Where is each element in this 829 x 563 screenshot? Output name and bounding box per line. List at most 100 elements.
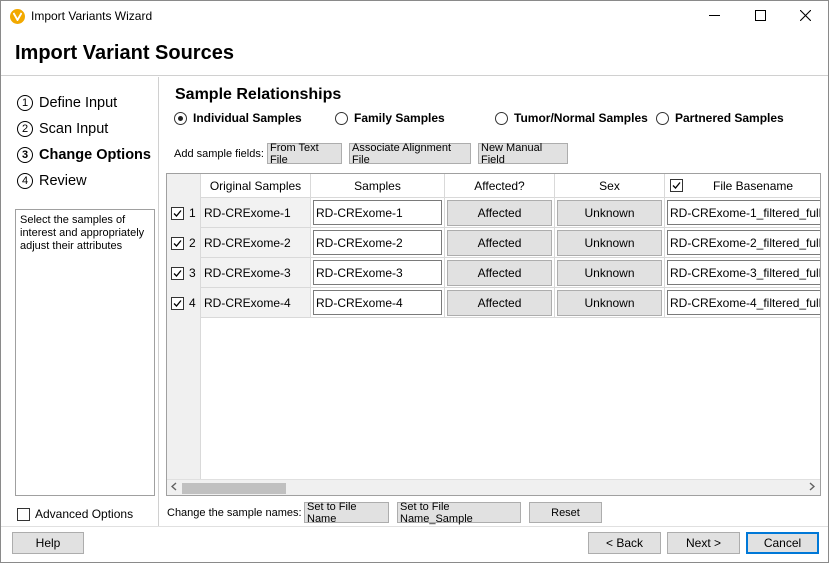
checkbox-icon[interactable]	[171, 266, 184, 280]
row-header[interactable]: 3	[171, 258, 196, 288]
row-number: 3	[189, 266, 196, 280]
sample-name-input[interactable]: RD-CRExome-1	[313, 200, 442, 225]
row-header[interactable]: 1	[171, 198, 196, 228]
set-to-file-name-button[interactable]: Set to File Name	[304, 501, 389, 525]
cancel-button[interactable]: Cancel	[746, 532, 819, 554]
cell-file-basename[interactable]: RD-CRExome-1_filtered_full	[665, 198, 820, 228]
row-header[interactable]: 2	[171, 228, 196, 258]
section-title: Sample Relationships	[175, 86, 342, 103]
scroll-right-icon[interactable]	[809, 482, 816, 494]
checkbox-icon[interactable]	[171, 206, 184, 220]
radio-label: Individual Samples	[193, 111, 302, 125]
scrollbar-thumb[interactable]	[182, 483, 286, 494]
column-header-sex[interactable]: Sex	[555, 174, 665, 198]
cell-sample-name[interactable]: RD-CRExome-1	[311, 198, 445, 228]
cell-affected[interactable]: Affected	[445, 198, 555, 228]
back-button[interactable]: < Back	[588, 532, 661, 554]
cell-affected[interactable]: Affected	[445, 288, 555, 318]
horizontal-scrollbar[interactable]	[167, 479, 820, 495]
app-logo-icon	[10, 9, 25, 24]
step-number: 4	[17, 173, 33, 189]
step-change-options[interactable]: 3 Change Options	[17, 147, 151, 163]
page-title: Import Variant Sources	[15, 42, 234, 64]
close-icon	[799, 9, 811, 24]
file-basename-input[interactable]: RD-CRExome-3_filtered_full	[667, 260, 820, 285]
scroll-left-icon[interactable]	[170, 482, 177, 494]
file-basename-input[interactable]: RD-CRExome-2_filtered_full	[667, 230, 820, 255]
sex-button[interactable]: Unknown	[557, 289, 662, 316]
cell-sample-name[interactable]: RD-CRExome-4	[311, 288, 445, 318]
radio-icon	[656, 111, 669, 125]
cell-original-sample: RD-CRExome-4	[201, 288, 311, 318]
cell-file-basename[interactable]: RD-CRExome-3_filtered_full	[665, 258, 820, 288]
row-number: 2	[189, 236, 196, 250]
sex-button[interactable]: Unknown	[557, 199, 662, 226]
step-number: 1	[17, 95, 33, 111]
step-label: Change Options	[39, 147, 151, 163]
sample-name-input[interactable]: RD-CRExome-2	[313, 230, 442, 255]
affected-button[interactable]: Affected	[447, 229, 552, 256]
cell-sex[interactable]: Unknown	[555, 258, 665, 288]
radio-icon	[174, 111, 187, 125]
radio-label: Family Samples	[354, 111, 445, 125]
step-number: 2	[17, 121, 33, 137]
next-button[interactable]: Next >	[667, 532, 740, 554]
sex-button[interactable]: Unknown	[557, 229, 662, 256]
radio-icon	[335, 111, 348, 125]
file-basename-input[interactable]: RD-CRExome-1_filtered_full	[667, 200, 820, 225]
column-header-samples[interactable]: Samples	[311, 174, 445, 198]
column-header-affected[interactable]: Affected?	[445, 174, 555, 198]
new-manual-field-button[interactable]: New Manual Field	[478, 142, 568, 166]
cell-file-basename[interactable]: RD-CRExome-4_filtered_full	[665, 288, 820, 318]
checkbox-icon[interactable]	[171, 236, 184, 250]
cell-file-basename[interactable]: RD-CRExome-2_filtered_full	[665, 228, 820, 258]
affected-button[interactable]: Affected	[447, 259, 552, 286]
file-basename-input[interactable]: RD-CRExome-4_filtered_full	[667, 290, 820, 315]
add-sample-fields-label: Add sample fields:	[174, 148, 264, 160]
column-header-file-basename[interactable]: File Basename	[665, 174, 820, 198]
set-to-file-name-sample-button[interactable]: Set to File Name_Sample	[397, 501, 521, 525]
step-review[interactable]: 4 Review	[17, 173, 87, 189]
cell-sample-name[interactable]: RD-CRExome-3	[311, 258, 445, 288]
maximize-button[interactable]	[737, 1, 783, 32]
help-button[interactable]: Help	[12, 532, 84, 554]
affected-button[interactable]: Affected	[447, 289, 552, 316]
cell-affected[interactable]: Affected	[445, 228, 555, 258]
associate-alignment-file-button[interactable]: Associate Alignment File	[349, 142, 471, 166]
row-header[interactable]: 4	[171, 288, 196, 318]
step-define-input[interactable]: 1 Define Input	[17, 95, 117, 111]
column-header-original-samples[interactable]: Original Samples	[201, 174, 311, 198]
close-button[interactable]	[782, 1, 828, 32]
main-pane: Sample Relationships Individual Samples …	[160, 77, 828, 526]
cell-sex[interactable]: Unknown	[555, 288, 665, 318]
from-text-file-button[interactable]: From Text File	[267, 142, 342, 166]
checkbox-icon[interactable]	[670, 179, 683, 192]
cell-sex[interactable]: Unknown	[555, 198, 665, 228]
row-number: 1	[189, 206, 196, 220]
step-scan-input[interactable]: 2 Scan Input	[17, 121, 108, 137]
change-sample-names-label: Change the sample names:	[167, 507, 302, 519]
window-title: Import Variants Wizard	[31, 9, 153, 23]
cell-affected[interactable]: Affected	[445, 258, 555, 288]
affected-button[interactable]: Affected	[447, 199, 552, 226]
wizard-footer: Help < Back Next > Cancel	[1, 526, 828, 562]
advanced-options-checkbox[interactable]: Advanced Options	[17, 507, 133, 521]
step-label: Scan Input	[39, 121, 109, 137]
checkbox-icon[interactable]	[171, 296, 184, 310]
minimize-icon	[708, 10, 720, 24]
cell-sample-name[interactable]: RD-CRExome-2	[311, 228, 445, 258]
radio-family-samples[interactable]: Family Samples	[335, 110, 445, 126]
reset-button[interactable]: Reset	[529, 502, 602, 523]
step-label: Review	[39, 173, 87, 189]
radio-partnered-samples[interactable]: Partnered Samples	[656, 110, 784, 126]
sample-name-input[interactable]: RD-CRExome-3	[313, 260, 442, 285]
step-label: Define Input	[39, 95, 118, 111]
sex-button[interactable]: Unknown	[557, 259, 662, 286]
radio-individual-samples[interactable]: Individual Samples	[174, 110, 302, 126]
samples-table: Original Samples Samples Affected? Sex F…	[166, 173, 821, 496]
sample-name-input[interactable]: RD-CRExome-4	[313, 290, 442, 315]
minimize-button[interactable]	[691, 1, 737, 32]
cell-sex[interactable]: Unknown	[555, 228, 665, 258]
radio-tumor-normal-samples[interactable]: Tumor/Normal Samples	[495, 110, 648, 126]
radio-icon	[495, 111, 508, 125]
